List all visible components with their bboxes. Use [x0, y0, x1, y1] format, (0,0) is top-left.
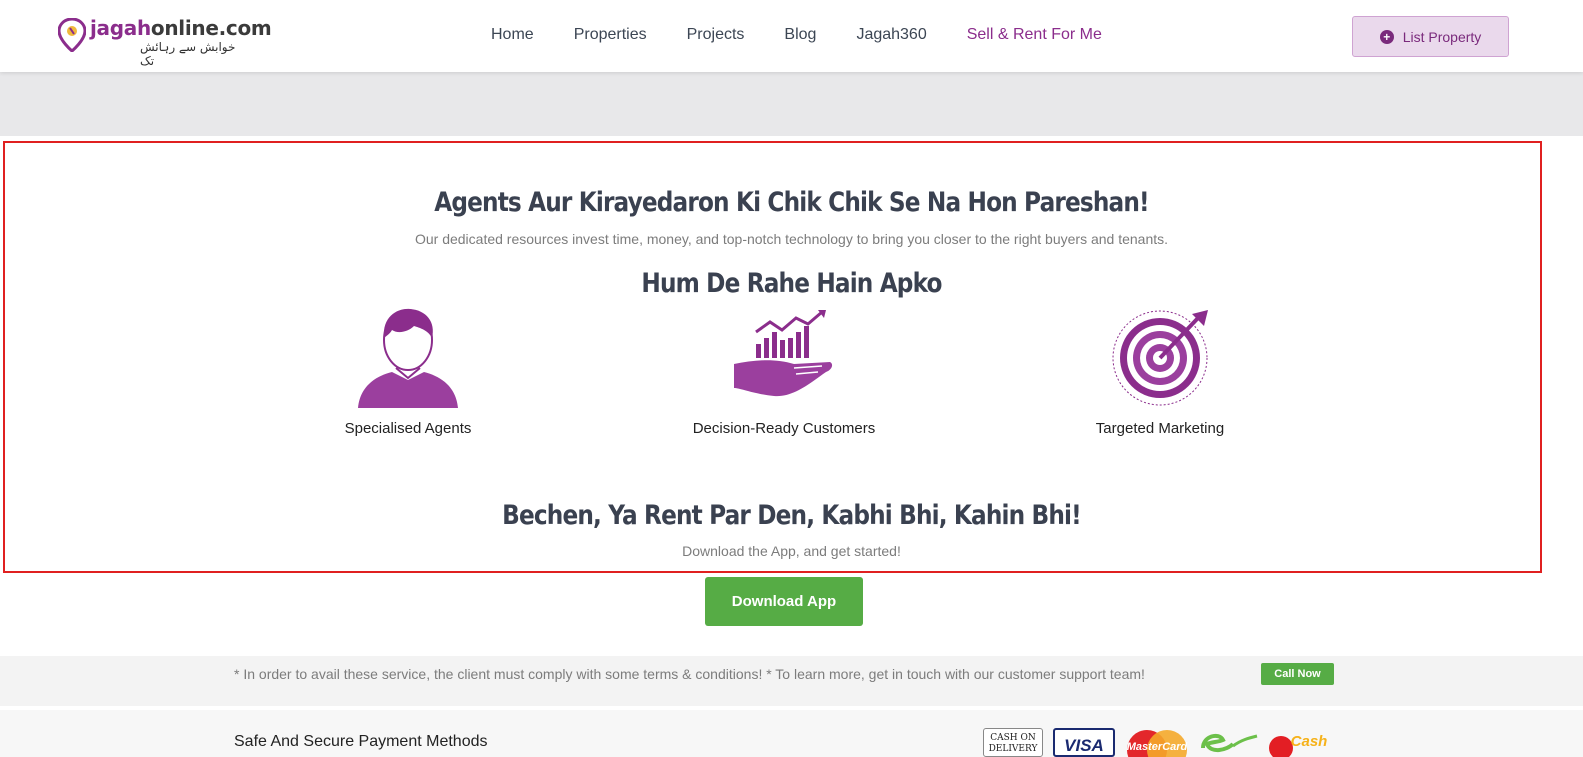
- terms-text: * In order to avail these service, the c…: [234, 666, 1145, 682]
- plus-circle-icon: +: [1379, 29, 1394, 44]
- logo-tagline: خوابش سے رہائش تک: [140, 40, 236, 68]
- payment-methods-title: Safe And Secure Payment Methods: [234, 733, 488, 750]
- download-app-button[interactable]: Download App: [705, 577, 863, 626]
- nav-jagah360[interactable]: Jagah360: [856, 26, 926, 44]
- mastercard-logo: MasterCard: [1127, 730, 1188, 757]
- payment-logos: CASH ON DELIVERY VISA MasterCard Cash: [983, 728, 1333, 757]
- feature-label: Targeted Marketing: [1095, 420, 1225, 437]
- feature-label: Decision-Ready Customers: [692, 420, 876, 437]
- feature-targeted-marketing: Targeted Marketing: [1010, 308, 1310, 437]
- offer-heading: Hum De Rahe Hain Apko: [641, 268, 942, 299]
- cash-on-delivery-logo: CASH ON DELIVERY: [983, 728, 1043, 757]
- easypaisa-logo: [1201, 733, 1258, 752]
- site-logo[interactable]: jagahonline.com خوابش سے رہائش تک: [58, 16, 272, 68]
- svg-text:MasterCard: MasterCard: [1127, 741, 1188, 753]
- section-subheading: Our dedicated resources invest time, mon…: [414, 231, 1169, 247]
- feature-decision-ready-customers: Decision-Ready Customers: [634, 308, 934, 437]
- person-icon: [358, 308, 458, 408]
- location-pin-icon: [58, 18, 86, 52]
- svg-text:Cash: Cash: [1291, 733, 1328, 750]
- cta-heading: Bechen, Ya Rent Par Den, Kabhi Bhi, Kahi…: [502, 500, 1082, 531]
- call-now-button[interactable]: Call Now: [1261, 663, 1334, 685]
- hand-chart-icon: [734, 310, 833, 397]
- feature-specialised-agents: Specialised Agents: [258, 308, 558, 437]
- list-property-button[interactable]: + List Property: [1352, 16, 1509, 57]
- nav-blog[interactable]: Blog: [784, 26, 816, 44]
- main-nav: Home Properties Projects Blog Jagah360 S…: [491, 26, 1142, 44]
- site-header: jagahonline.com خوابش سے رہائش تک Home P…: [0, 0, 1583, 72]
- list-property-label: List Property: [1402, 28, 1482, 45]
- feature-label: Specialised Agents: [344, 420, 472, 437]
- cta-subheading: Download the App, and get started!: [682, 543, 901, 559]
- banner-placeholder: [0, 72, 1583, 136]
- nav-properties[interactable]: Properties: [574, 26, 647, 44]
- visa-logo: VISA: [1053, 728, 1115, 757]
- section-heading: Agents Aur Kirayedaron Ki Chik Chik Se N…: [434, 187, 1149, 218]
- nav-sell-rent-for-me[interactable]: Sell & Rent For Me: [967, 26, 1102, 44]
- nav-home[interactable]: Home: [491, 26, 534, 44]
- target-icon: [1112, 310, 1208, 406]
- jazzcash-logo: Cash: [1269, 733, 1328, 757]
- logo-text: jagahonline.com: [90, 16, 272, 40]
- nav-projects[interactable]: Projects: [687, 26, 745, 44]
